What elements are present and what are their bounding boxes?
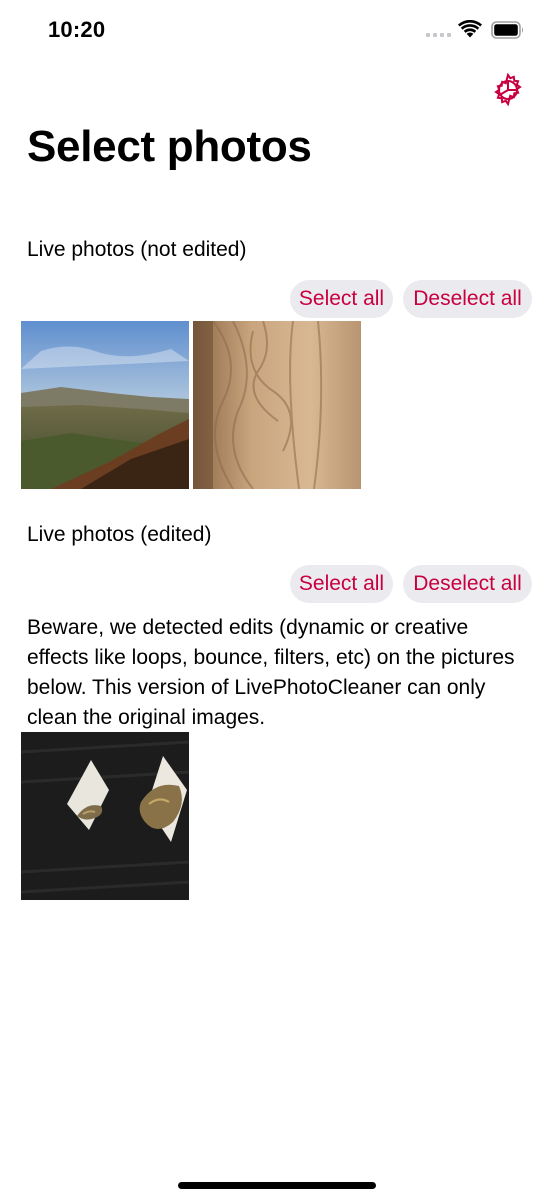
section-label-edited: Live photos (edited) bbox=[27, 523, 212, 546]
settings-button[interactable] bbox=[490, 72, 526, 108]
select-all-button-not-edited[interactable]: Select all bbox=[290, 280, 393, 318]
home-indicator[interactable] bbox=[178, 1182, 376, 1189]
wifi-icon bbox=[458, 20, 482, 38]
status-bar: 10:20 bbox=[0, 0, 554, 60]
photo-knit-fabric[interactable] bbox=[21, 732, 189, 900]
photo-landscape[interactable] bbox=[21, 321, 189, 489]
section-label-not-edited: Live photos (not edited) bbox=[27, 238, 247, 261]
photo-wood-grain[interactable] bbox=[193, 321, 361, 489]
select-all-button-edited[interactable]: Select all bbox=[290, 565, 393, 603]
cellular-signal-icon bbox=[426, 33, 451, 37]
gear-icon bbox=[494, 72, 522, 107]
status-time: 10:20 bbox=[48, 17, 106, 42]
page-title: Select photos bbox=[27, 122, 312, 171]
battery-icon bbox=[491, 21, 524, 39]
deselect-all-button-not-edited[interactable]: Deselect all bbox=[403, 280, 532, 318]
edits-warning-text: Beware, we detected edits (dynamic or cr… bbox=[27, 616, 515, 729]
deselect-all-button-edited[interactable]: Deselect all bbox=[403, 565, 532, 603]
